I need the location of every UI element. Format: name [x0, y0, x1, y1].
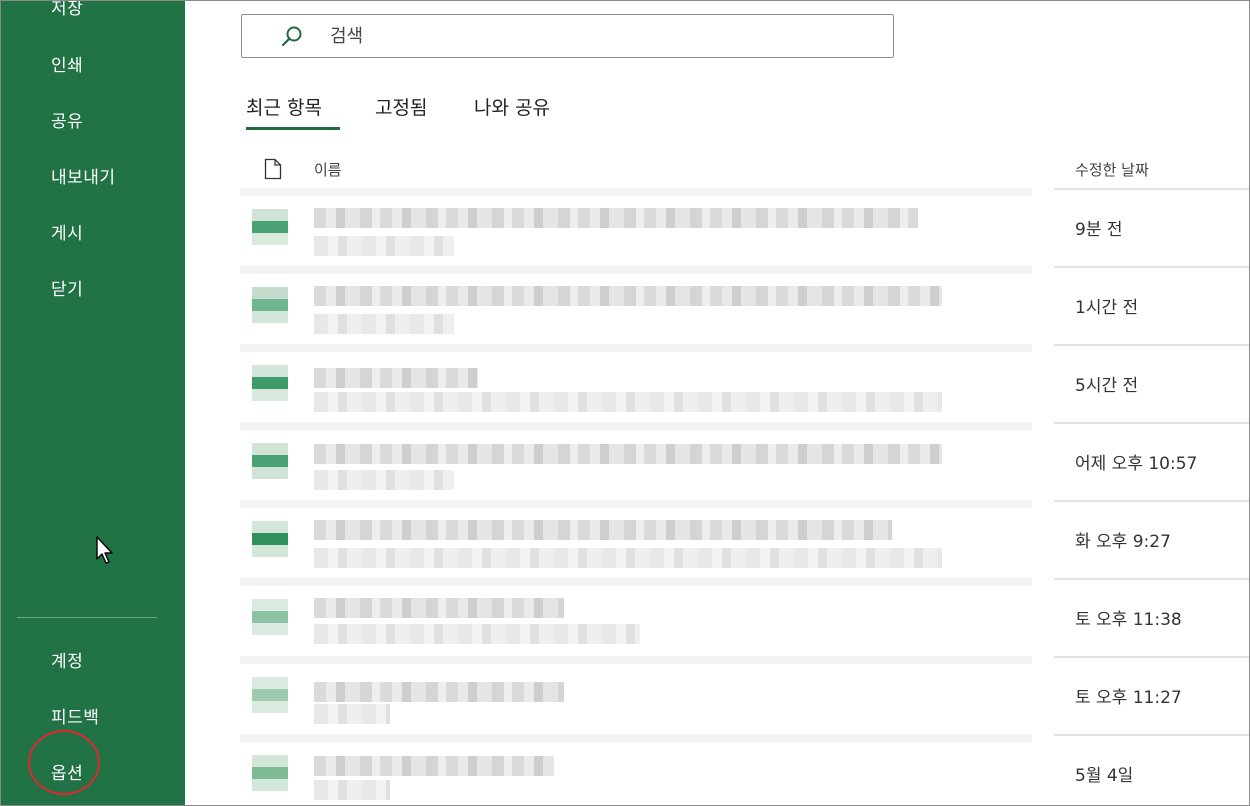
file-path-redacted — [314, 780, 390, 800]
file-name-redacted — [314, 368, 478, 388]
sidebar-item-print[interactable]: 인쇄 — [51, 51, 83, 76]
file-name-redacted — [314, 444, 942, 464]
tab-shared-with-me[interactable]: 나와 공유 — [474, 93, 550, 120]
file-name-redacted — [314, 598, 564, 618]
file-modified-date: 5시간 전 — [1075, 376, 1139, 396]
file-name-redacted — [314, 520, 892, 540]
file-modified-date: 토 오후 11:27 — [1075, 688, 1182, 708]
file-path-redacted — [314, 392, 942, 412]
sidebar-item-export[interactable]: 내보내기 — [51, 163, 116, 188]
sidebar-item-account[interactable]: 계정 — [51, 647, 83, 672]
file-path-redacted — [314, 704, 390, 724]
sidebar-item-feedback[interactable]: 피드백 — [51, 703, 99, 728]
excel-file-icon — [252, 755, 288, 791]
column-header-name[interactable]: 이름 — [314, 159, 342, 180]
file-row[interactable]: 토 오후 11:38 — [240, 578, 1250, 656]
file-modified-date: 9분 전 — [1075, 220, 1123, 240]
file-modified-date: 토 오후 11:38 — [1075, 610, 1182, 630]
file-modified-date: 5월 4일 — [1075, 766, 1134, 786]
row-divider — [240, 500, 1032, 508]
document-icon — [264, 158, 282, 180]
file-path-redacted — [314, 624, 640, 644]
row-divider — [1054, 578, 1250, 580]
file-row[interactable]: 토 오후 11:27 — [240, 656, 1250, 734]
file-modified-date: 어제 오후 10:57 — [1075, 454, 1198, 474]
sidebar-divider — [17, 617, 157, 618]
row-divider — [240, 188, 1032, 196]
file-modified-date: 1시간 전 — [1075, 298, 1139, 318]
excel-file-icon — [252, 287, 288, 323]
file-path-redacted — [314, 548, 942, 568]
excel-file-icon — [252, 677, 288, 713]
tab-pinned[interactable]: 고정됨 — [375, 93, 427, 120]
file-name-redacted — [314, 208, 918, 228]
excel-file-icon — [252, 521, 288, 557]
file-path-redacted — [314, 470, 454, 490]
excel-file-icon — [252, 443, 288, 479]
excel-file-icon — [252, 365, 288, 401]
tab-recent[interactable]: 최근 항목 — [246, 93, 322, 120]
row-divider — [240, 656, 1032, 664]
file-path-redacted — [314, 314, 454, 334]
file-row[interactable]: 5월 4일 — [240, 734, 1250, 806]
sidebar-item-save[interactable]: 저장 — [51, 0, 83, 19]
search-box[interactable] — [241, 14, 894, 58]
mouse-cursor-icon — [96, 536, 113, 564]
options-highlight-circle — [28, 730, 100, 795]
open-file-panel: 최근 항목 고정됨 나와 공유 이름 수정한 날짜 9분 전 — [185, 0, 1250, 806]
search-input[interactable] — [330, 24, 830, 48]
file-modified-date: 화 오후 9:27 — [1075, 532, 1171, 552]
excel-file-icon — [252, 599, 288, 635]
row-divider — [1054, 734, 1250, 736]
file-row[interactable]: 1시간 전 — [240, 266, 1250, 344]
file-row[interactable]: 화 오후 9:27 — [240, 500, 1250, 578]
search-icon — [281, 26, 302, 47]
file-row[interactable]: 어제 오후 10:57 — [240, 422, 1250, 500]
row-divider — [1054, 656, 1250, 658]
sidebar-item-publish[interactable]: 게시 — [51, 219, 83, 244]
row-divider — [240, 266, 1032, 274]
file-path-redacted — [314, 236, 454, 256]
row-divider — [240, 578, 1032, 586]
row-divider — [1054, 188, 1250, 190]
file-name-redacted — [314, 682, 564, 702]
active-tab-indicator — [246, 127, 340, 130]
file-name-redacted — [314, 286, 942, 306]
row-divider — [1054, 422, 1250, 424]
row-divider — [1054, 500, 1250, 502]
row-divider — [240, 422, 1032, 430]
backstage-sidebar: 저장 인쇄 공유 내보내기 게시 닫기 계정 피드백 옵션 — [0, 0, 185, 806]
sidebar-item-share[interactable]: 공유 — [51, 107, 83, 132]
file-name-redacted — [314, 756, 554, 776]
file-row[interactable]: 9분 전 — [240, 188, 1250, 266]
row-divider — [240, 734, 1032, 742]
excel-file-icon — [252, 209, 288, 245]
column-header-modified[interactable]: 수정한 날짜 — [1075, 159, 1149, 180]
row-divider — [240, 344, 1032, 352]
row-divider — [1054, 266, 1250, 268]
file-row[interactable]: 5시간 전 — [240, 344, 1250, 422]
row-divider — [1054, 344, 1250, 346]
file-list-header: 이름 수정한 날짜 — [240, 150, 1250, 188]
sidebar-item-close[interactable]: 닫기 — [51, 275, 83, 300]
